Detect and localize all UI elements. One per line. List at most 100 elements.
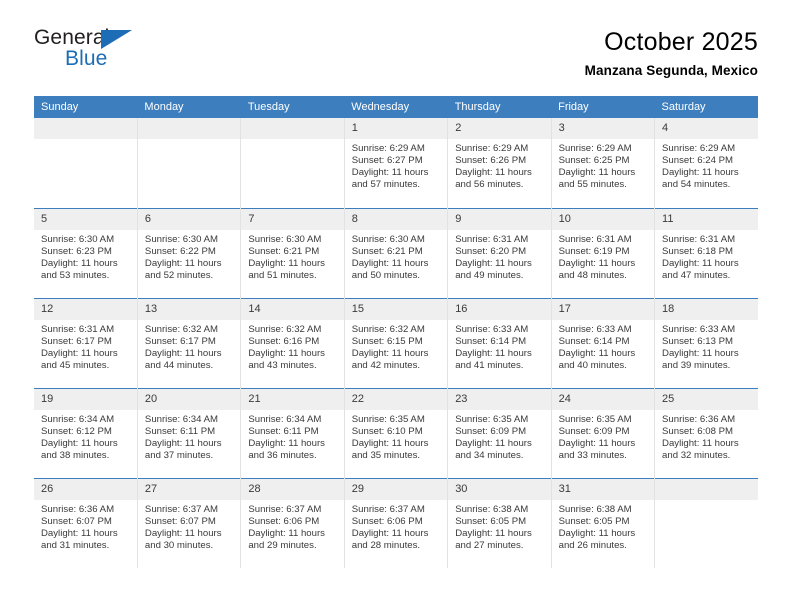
day-number: 31 — [551, 478, 655, 500]
daylight-text-line2: and 49 minutes. — [455, 269, 524, 281]
day-cell[interactable]: 7 Sunrise: 6:30 AM Sunset: 6:21 PM Dayli… — [240, 207, 345, 298]
day-cell[interactable]: 27 Sunrise: 6:37 AM Sunset: 6:07 PM Dayl… — [137, 477, 242, 568]
day-cell[interactable]: 6 Sunrise: 6:30 AM Sunset: 6:22 PM Dayli… — [137, 207, 242, 298]
day-number: 28 — [241, 478, 344, 500]
day-cell[interactable]: 12 Sunrise: 6:31 AM Sunset: 6:17 PM Dayl… — [34, 297, 138, 388]
sunrise-text: Sunrise: 6:30 AM — [144, 233, 218, 245]
sunrise-text: Sunrise: 6:30 AM — [248, 233, 322, 245]
sunrise-text: Sunrise: 6:34 AM — [41, 413, 115, 425]
daylight-text-line2: and 40 minutes. — [558, 359, 627, 371]
sunrise-text: Sunrise: 6:33 AM — [558, 323, 632, 335]
sunrise-text: Sunrise: 6:34 AM — [144, 413, 218, 425]
daylight-text-line2: and 54 minutes. — [662, 179, 731, 191]
day-cell[interactable]: 13 Sunrise: 6:32 AM Sunset: 6:17 PM Dayl… — [137, 297, 242, 388]
day-number: 20 — [137, 388, 241, 410]
sunrise-text: Sunrise: 6:31 AM — [662, 233, 736, 245]
sunset-text: Sunset: 6:09 PM — [558, 425, 630, 437]
daylight-text-line1: Daylight: 11 hours — [144, 257, 222, 269]
sunrise-text: Sunrise: 6:37 AM — [351, 503, 425, 515]
day-cell[interactable]: 17 Sunrise: 6:33 AM Sunset: 6:14 PM Dayl… — [551, 297, 656, 388]
day-cell[interactable]: 8 Sunrise: 6:30 AM Sunset: 6:21 PM Dayli… — [344, 207, 449, 298]
daylight-text-line1: Daylight: 11 hours — [351, 167, 429, 179]
sunset-text: Sunset: 6:14 PM — [455, 335, 527, 347]
day-cell[interactable]: 24 Sunrise: 6:35 AM Sunset: 6:09 PM Dayl… — [551, 387, 656, 478]
sunrise-text: Sunrise: 6:33 AM — [662, 323, 736, 335]
day-cell[interactable]: 16 Sunrise: 6:33 AM Sunset: 6:14 PM Dayl… — [447, 297, 552, 388]
day-number: 24 — [551, 388, 655, 410]
daylight-text-line1: Daylight: 11 hours — [41, 257, 118, 269]
day-cell[interactable]: 11 Sunrise: 6:31 AM Sunset: 6:18 PM Dayl… — [654, 207, 758, 298]
day-details: Sunrise: 6:37 AM Sunset: 6:07 PM Dayligh… — [138, 500, 240, 552]
daylight-text-line1: Daylight: 11 hours — [662, 257, 739, 269]
sunset-text: Sunset: 6:11 PM — [144, 425, 216, 437]
daylight-text-line1: Daylight: 11 hours — [455, 257, 532, 269]
daylight-text-line2: and 51 minutes. — [248, 269, 317, 281]
day-details: Sunrise: 6:31 AM Sunset: 6:17 PM Dayligh… — [34, 320, 137, 372]
daylight-text-line2: and 30 minutes. — [144, 539, 214, 551]
day-cell[interactable] — [240, 118, 345, 208]
day-details: Sunrise: 6:29 AM Sunset: 6:26 PM Dayligh… — [448, 139, 550, 191]
day-details: Sunrise: 6:33 AM Sunset: 6:13 PM Dayligh… — [655, 320, 758, 372]
brand-logo[interactable]: General Blue — [34, 26, 144, 78]
day-cell[interactable] — [137, 118, 242, 208]
day-cell[interactable]: 15 Sunrise: 6:32 AM Sunset: 6:15 PM Dayl… — [344, 297, 449, 388]
weekday-header-thursday: Thursday — [447, 96, 552, 118]
day-cell[interactable]: 29 Sunrise: 6:37 AM Sunset: 6:06 PM Dayl… — [344, 477, 449, 568]
day-number: 9 — [448, 208, 551, 230]
weekday-header-monday: Monday — [137, 96, 241, 118]
week-row: 1 Sunrise: 6:29 AM Sunset: 6:27 PM Dayli… — [34, 118, 758, 208]
day-details: Sunrise: 6:32 AM Sunset: 6:17 PM Dayligh… — [138, 320, 240, 372]
sunset-text: Sunset: 6:09 PM — [455, 425, 527, 437]
daylight-text-line2: and 26 minutes. — [558, 539, 627, 551]
day-cell[interactable] — [34, 118, 138, 208]
sunset-text: Sunset: 6:17 PM — [41, 335, 112, 347]
daylight-text-line2: and 48 minutes. — [558, 269, 627, 281]
day-number: 27 — [137, 478, 241, 500]
day-cell[interactable]: 31 Sunrise: 6:38 AM Sunset: 6:05 PM Dayl… — [551, 477, 656, 568]
day-cell[interactable]: 10 Sunrise: 6:31 AM Sunset: 6:19 PM Dayl… — [551, 207, 656, 298]
sunrise-text: Sunrise: 6:35 AM — [351, 413, 425, 425]
day-cell[interactable]: 30 Sunrise: 6:38 AM Sunset: 6:05 PM Dayl… — [447, 477, 552, 568]
sunset-text: Sunset: 6:17 PM — [144, 335, 216, 347]
sunset-text: Sunset: 6:10 PM — [351, 425, 423, 437]
title-block: October 2025 Manzana Segunda, Mexico — [585, 26, 758, 82]
daylight-text-line1: Daylight: 11 hours — [351, 437, 429, 449]
day-cell[interactable]: 21 Sunrise: 6:34 AM Sunset: 6:11 PM Dayl… — [240, 387, 345, 478]
day-cell[interactable]: 25 Sunrise: 6:36 AM Sunset: 6:08 PM Dayl… — [654, 387, 758, 478]
day-cell[interactable]: 18 Sunrise: 6:33 AM Sunset: 6:13 PM Dayl… — [654, 297, 758, 388]
day-cell[interactable] — [654, 477, 758, 568]
week-row: 26 Sunrise: 6:36 AM Sunset: 6:07 PM Dayl… — [34, 477, 758, 568]
day-details: Sunrise: 6:35 AM Sunset: 6:09 PM Dayligh… — [448, 410, 550, 462]
day-cell[interactable]: 3 Sunrise: 6:29 AM Sunset: 6:25 PM Dayli… — [551, 118, 656, 208]
sunset-text: Sunset: 6:19 PM — [558, 245, 630, 257]
daylight-text-line2: and 55 minutes. — [558, 179, 627, 191]
sunrise-text: Sunrise: 6:29 AM — [351, 143, 425, 154]
week-row: 12 Sunrise: 6:31 AM Sunset: 6:17 PM Dayl… — [34, 297, 758, 388]
day-details: Sunrise: 6:32 AM Sunset: 6:15 PM Dayligh… — [345, 320, 447, 372]
daylight-text-line1: Daylight: 11 hours — [455, 437, 532, 449]
sunset-text: Sunset: 6:05 PM — [558, 515, 630, 527]
daylight-text-line2: and 41 minutes. — [455, 359, 524, 371]
day-cell[interactable]: 14 Sunrise: 6:32 AM Sunset: 6:16 PM Dayl… — [240, 297, 345, 388]
day-cell[interactable]: 22 Sunrise: 6:35 AM Sunset: 6:10 PM Dayl… — [344, 387, 449, 478]
daylight-text-line2: and 34 minutes. — [455, 449, 524, 461]
day-cell[interactable]: 26 Sunrise: 6:36 AM Sunset: 6:07 PM Dayl… — [34, 477, 138, 568]
day-cell[interactable]: 4 Sunrise: 6:29 AM Sunset: 6:24 PM Dayli… — [654, 118, 758, 208]
day-number: 25 — [655, 388, 758, 410]
day-cell[interactable]: 20 Sunrise: 6:34 AM Sunset: 6:11 PM Dayl… — [137, 387, 242, 478]
sunrise-text: Sunrise: 6:31 AM — [41, 323, 115, 335]
day-details: Sunrise: 6:29 AM Sunset: 6:24 PM Dayligh… — [655, 139, 758, 191]
day-cell[interactable]: 19 Sunrise: 6:34 AM Sunset: 6:12 PM Dayl… — [34, 387, 138, 478]
sunrise-text: Sunrise: 6:35 AM — [455, 413, 529, 425]
day-cell[interactable]: 2 Sunrise: 6:29 AM Sunset: 6:26 PM Dayli… — [447, 118, 552, 208]
day-cell[interactable]: 9 Sunrise: 6:31 AM Sunset: 6:20 PM Dayli… — [447, 207, 552, 298]
page-subtitle: Manzana Segunda, Mexico — [584, 63, 758, 78]
day-cell[interactable]: 5 Sunrise: 6:30 AM Sunset: 6:23 PM Dayli… — [34, 207, 138, 298]
sunset-text: Sunset: 6:22 PM — [144, 245, 216, 257]
day-cell[interactable]: 28 Sunrise: 6:37 AM Sunset: 6:06 PM Dayl… — [240, 477, 345, 568]
daylight-text-line1: Daylight: 11 hours — [662, 437, 739, 449]
day-cell[interactable]: 1 Sunrise: 6:29 AM Sunset: 6:27 PM Dayli… — [344, 118, 449, 208]
daylight-text-line1: Daylight: 11 hours — [248, 257, 325, 269]
sunset-text: Sunset: 6:06 PM — [351, 515, 423, 527]
day-cell[interactable]: 23 Sunrise: 6:35 AM Sunset: 6:09 PM Dayl… — [447, 387, 552, 478]
